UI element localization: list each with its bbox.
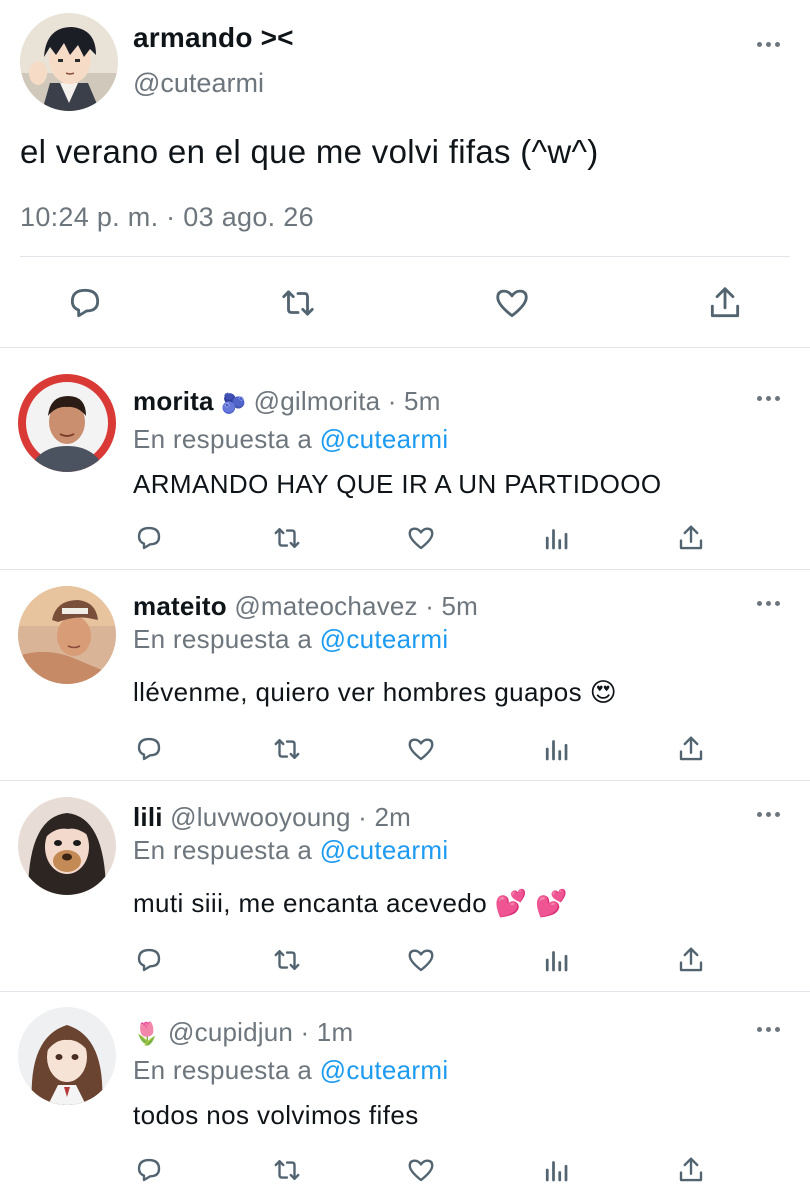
reply-to-handle[interactable]: @cutearmi [320,835,449,865]
heart-icon[interactable] [406,734,436,764]
reply-to-line: En respuesta a @cutearmi [133,624,448,655]
reply-author-name[interactable]: lili [133,802,163,832]
reply-bubble-icon[interactable] [134,1155,164,1185]
heart-icon[interactable] [493,284,531,322]
reply-to-line: En respuesta a @cutearmi [133,424,448,455]
reply-header: morita 🫐 @gilmorita · 5m [133,386,441,417]
reply-avatar[interactable] [18,374,116,472]
tweet-timestamp[interactable]: 10:24 p. m. · 03 ago. 26 [20,202,314,233]
reply-bubble-icon[interactable] [134,945,164,975]
reply-time[interactable]: · 2m [358,802,411,832]
retweet-icon[interactable] [272,734,302,764]
reply-to-line: En respuesta a @cutearmi [133,1055,448,1086]
retweet-icon[interactable] [279,284,317,322]
tweet-text: el verano en el que me volvi fifas (^w^) [20,133,599,170]
reply-to-line: En respuesta a @cutearmi [133,835,448,866]
reply-header: mateito @mateochavez · 5m [133,591,478,622]
reply-bubble-icon[interactable] [66,284,104,322]
reply-tweet[interactable]: mateito @mateochavez · 5m En respuesta a… [0,570,810,781]
heart-icon[interactable] [406,1155,436,1185]
reply-header: lili @luvwooyoung · 2m [133,802,411,833]
reply-time[interactable]: · 5m [388,386,441,416]
share-icon[interactable] [676,1155,706,1185]
reply-to-prefix: En respuesta a [133,624,313,654]
reply-tweet[interactable]: morita 🫐 @gilmorita · 5m En respuesta a … [0,348,810,570]
reply-author-name[interactable]: 🌷 [133,1021,161,1046]
retweet-icon[interactable] [272,523,302,553]
reply-text: todos nos volvimos fifes [133,1100,419,1130]
author-handle[interactable]: @cutearmi [133,68,264,99]
reply-bubble-icon[interactable] [134,523,164,553]
bar-chart-icon[interactable] [541,734,571,764]
heart-icon[interactable] [406,523,436,553]
reply-avatar[interactable] [18,797,116,895]
retweet-icon[interactable] [272,1155,302,1185]
retweet-icon[interactable] [272,945,302,975]
reply-avatar[interactable] [18,1007,116,1105]
reply-to-prefix: En respuesta a [133,835,313,865]
reply-to-handle[interactable]: @cutearmi [320,624,449,654]
reply-author-name[interactable]: morita [133,386,214,416]
reply-text: muti siii, me encanta acevedo 💕 💕 [133,888,568,918]
reply-avatar[interactable] [18,586,116,684]
bar-chart-icon[interactable] [541,523,571,553]
reply-author-handle[interactable]: @gilmorita [254,386,381,416]
reply-author-handle[interactable]: @mateochavez [234,591,417,621]
share-icon[interactable] [676,523,706,553]
share-icon[interactable] [676,734,706,764]
divider [20,256,790,257]
reply-bubble-icon[interactable] [134,734,164,764]
reply-tweet[interactable]: 🌷 @cupidjun · 1m En respuesta a @cutearm… [0,992,810,1200]
heart-icon[interactable] [406,945,436,975]
bar-chart-icon[interactable] [541,1155,571,1185]
reply-header: 🌷 @cupidjun · 1m [133,1017,353,1048]
reply-author-handle[interactable]: @cupidjun [168,1017,293,1047]
reply-to-handle[interactable]: @cutearmi [320,424,449,454]
more-dots-icon[interactable] [757,40,783,48]
reply-author-name[interactable]: mateito [133,591,227,621]
reply-to-handle[interactable]: @cutearmi [320,1055,449,1085]
reply-text: llévenme, quiero ver hombres guapos 😍 [133,677,618,707]
share-icon[interactable] [706,284,744,322]
author-avatar[interactable] [20,13,118,111]
more-dots-icon[interactable] [757,394,783,402]
reply-time[interactable]: · 1m [301,1017,354,1047]
bar-chart-icon[interactable] [541,945,571,975]
main-tweet: armando >< @cutearmi el verano en el que… [0,0,810,348]
reply-time[interactable]: · 5m [425,591,478,621]
reply-author-handle[interactable]: @luvwooyoung [170,802,351,832]
share-icon[interactable] [676,945,706,975]
reply-to-prefix: En respuesta a [133,424,313,454]
reply-tweet[interactable]: lili @luvwooyoung · 2m En respuesta a @c… [0,781,810,992]
author-name[interactable]: armando >< [133,22,294,54]
more-dots-icon[interactable] [757,810,783,818]
more-dots-icon[interactable] [757,599,783,607]
more-dots-icon[interactable] [757,1025,783,1033]
reply-to-prefix: En respuesta a [133,1055,313,1085]
verified-badge-emoji: 🫐 [221,393,247,415]
reply-text: ARMANDO HAY QUE IR A UN PARTIDOOO [133,469,662,499]
